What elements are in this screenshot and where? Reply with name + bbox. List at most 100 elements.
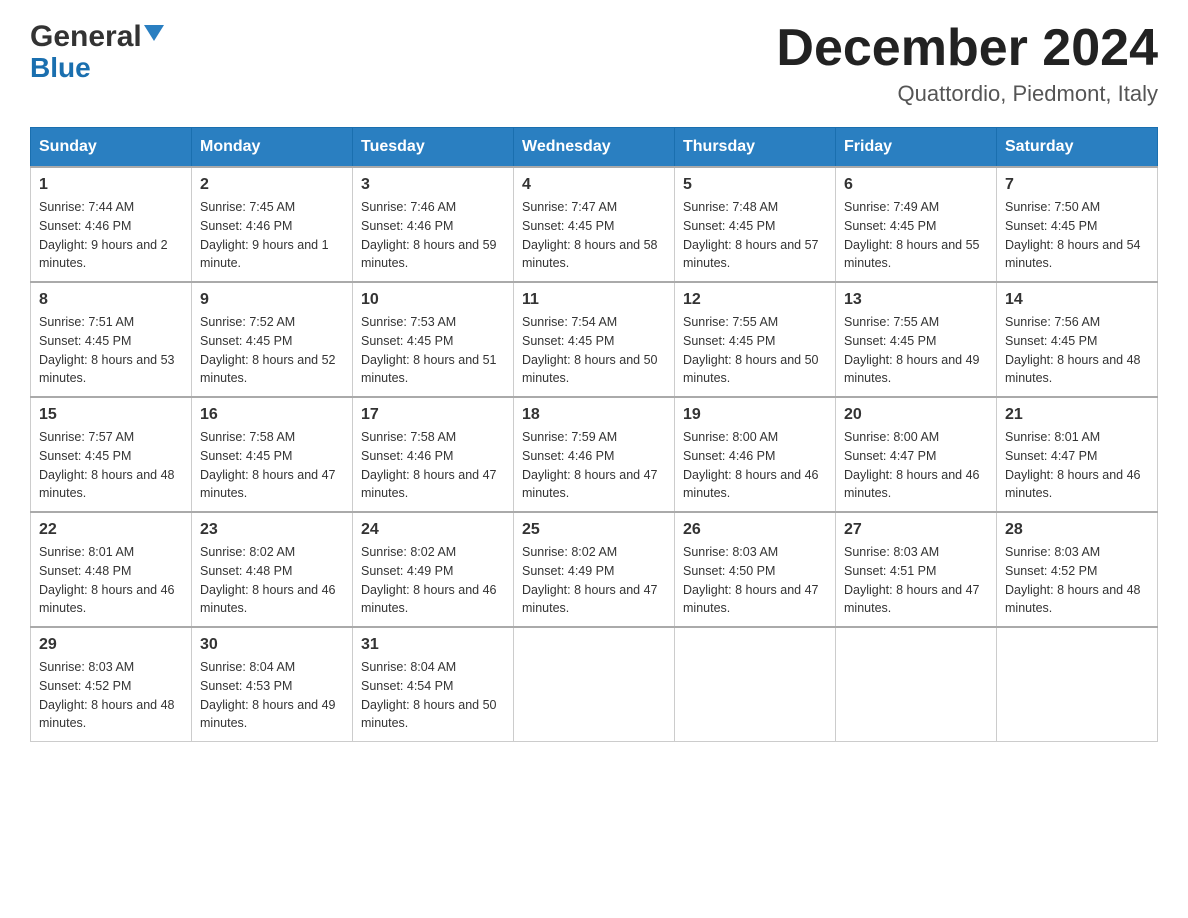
day-info: Sunrise: 7:50 AMSunset: 4:45 PMDaylight:… — [1005, 198, 1149, 273]
day-info: Sunrise: 8:03 AMSunset: 4:52 PMDaylight:… — [39, 658, 183, 733]
calendar-cell: 11Sunrise: 7:54 AMSunset: 4:45 PMDayligh… — [514, 282, 675, 397]
day-info: Sunrise: 8:01 AMSunset: 4:48 PMDaylight:… — [39, 543, 183, 618]
day-info: Sunrise: 7:52 AMSunset: 4:45 PMDaylight:… — [200, 313, 344, 388]
day-number: 18 — [522, 406, 666, 424]
day-info: Sunrise: 8:01 AMSunset: 4:47 PMDaylight:… — [1005, 428, 1149, 503]
calendar-week-row: 22Sunrise: 8:01 AMSunset: 4:48 PMDayligh… — [31, 512, 1158, 627]
day-number: 17 — [361, 406, 505, 424]
calendar-cell: 20 Sunrise: 8:00 AMSunset: 4:47 PMDayligh… — [836, 397, 997, 512]
day-number: 19 — [683, 406, 827, 424]
day-number: 2 — [200, 176, 344, 194]
calendar-header-saturday: Saturday — [997, 128, 1158, 168]
day-number: 9 — [200, 291, 344, 309]
day-info: Sunrise: 8:04 AMSunset: 4:53 PMDaylight:… — [200, 658, 344, 733]
day-info: Sunrise: 8:02 AMSunset: 4:49 PMDaylight:… — [361, 543, 505, 618]
title-section: December 2024 Quattordio, Piedmont, Ital… — [776, 20, 1158, 107]
day-number: 20 — [844, 406, 988, 424]
day-number: 24 — [361, 521, 505, 539]
day-number: 5 — [683, 176, 827, 194]
calendar-cell: 31Sunrise: 8:04 AMSunset: 4:54 PMDayligh… — [353, 627, 514, 742]
calendar-week-row: 1Sunrise: 7:44 AMSunset: 4:46 PMDaylight… — [31, 167, 1158, 282]
day-info: Sunrise: 7:55 AMSunset: 4:45 PMDaylight:… — [844, 313, 988, 388]
day-number: 14 — [1005, 291, 1149, 309]
day-number: 23 — [200, 521, 344, 539]
calendar-cell: 7 Sunrise: 7:50 AMSunset: 4:45 PMDaylight… — [997, 167, 1158, 282]
day-number: 25 — [522, 521, 666, 539]
calendar-cell: 1Sunrise: 7:44 AMSunset: 4:46 PMDaylight… — [31, 167, 192, 282]
calendar-cell — [997, 627, 1158, 742]
calendar-cell: 30 Sunrise: 8:04 AMSunset: 4:53 PMDayligh… — [192, 627, 353, 742]
calendar-cell: 14 Sunrise: 7:56 AMSunset: 4:45 PMDayligh… — [997, 282, 1158, 397]
day-number: 30 — [200, 636, 344, 654]
day-info: Sunrise: 7:58 AMSunset: 4:45 PMDaylight:… — [200, 428, 344, 503]
calendar-cell — [514, 627, 675, 742]
day-info: Sunrise: 8:00 AMSunset: 4:47 PMDaylight:… — [844, 428, 988, 503]
calendar-header-monday: Monday — [192, 128, 353, 168]
calendar-cell: 9 Sunrise: 7:52 AMSunset: 4:45 PMDaylight… — [192, 282, 353, 397]
day-number: 10 — [361, 291, 505, 309]
calendar-cell: 18 Sunrise: 7:59 AMSunset: 4:46 PMDayligh… — [514, 397, 675, 512]
calendar-cell: 29Sunrise: 8:03 AMSunset: 4:52 PMDayligh… — [31, 627, 192, 742]
logo-general-text: General — [30, 20, 142, 54]
day-info: Sunrise: 8:03 AMSunset: 4:51 PMDaylight:… — [844, 543, 988, 618]
day-info: Sunrise: 8:00 AMSunset: 4:46 PMDaylight:… — [683, 428, 827, 503]
day-info: Sunrise: 8:03 AMSunset: 4:52 PMDaylight:… — [1005, 543, 1149, 618]
day-number: 1 — [39, 176, 183, 194]
day-number: 28 — [1005, 521, 1149, 539]
day-number: 11 — [522, 291, 666, 309]
calendar-cell: 6 Sunrise: 7:49 AMSunset: 4:45 PMDaylight… — [836, 167, 997, 282]
calendar-cell: 27Sunrise: 8:03 AMSunset: 4:51 PMDayligh… — [836, 512, 997, 627]
calendar-cell: 2 Sunrise: 7:45 AMSunset: 4:46 PMDaylight… — [192, 167, 353, 282]
day-number: 16 — [200, 406, 344, 424]
day-info: Sunrise: 7:53 AMSunset: 4:45 PMDaylight:… — [361, 313, 505, 388]
calendar-cell: 25 Sunrise: 8:02 AMSunset: 4:49 PMDayligh… — [514, 512, 675, 627]
day-info: Sunrise: 8:03 AMSunset: 4:50 PMDaylight:… — [683, 543, 827, 618]
calendar-cell: 24 Sunrise: 8:02 AMSunset: 4:49 PMDayligh… — [353, 512, 514, 627]
day-info: Sunrise: 7:49 AMSunset: 4:45 PMDaylight:… — [844, 198, 988, 273]
calendar-cell — [836, 627, 997, 742]
calendar-cell: 23Sunrise: 8:02 AMSunset: 4:48 PMDayligh… — [192, 512, 353, 627]
calendar-cell: 17 Sunrise: 7:58 AMSunset: 4:46 PMDayligh… — [353, 397, 514, 512]
day-number: 26 — [683, 521, 827, 539]
calendar-header-wednesday: Wednesday — [514, 128, 675, 168]
day-info: Sunrise: 8:04 AMSunset: 4:54 PMDaylight:… — [361, 658, 505, 733]
day-info: Sunrise: 7:59 AMSunset: 4:46 PMDaylight:… — [522, 428, 666, 503]
day-info: Sunrise: 7:48 AMSunset: 4:45 PMDaylight:… — [683, 198, 827, 273]
logo-blue-text: Blue — [30, 52, 91, 84]
day-number: 3 — [361, 176, 505, 194]
day-info: Sunrise: 7:58 AMSunset: 4:46 PMDaylight:… — [361, 428, 505, 503]
calendar-cell — [675, 627, 836, 742]
location-title: Quattordio, Piedmont, Italy — [776, 81, 1158, 107]
calendar-cell: 12Sunrise: 7:55 AMSunset: 4:45 PMDayligh… — [675, 282, 836, 397]
day-number: 13 — [844, 291, 988, 309]
calendar-week-row: 8Sunrise: 7:51 AMSunset: 4:45 PMDaylight… — [31, 282, 1158, 397]
day-info: Sunrise: 7:46 AMSunset: 4:46 PMDaylight:… — [361, 198, 505, 273]
day-info: Sunrise: 7:51 AMSunset: 4:45 PMDaylight:… — [39, 313, 183, 388]
day-info: Sunrise: 7:45 AMSunset: 4:46 PMDaylight:… — [200, 198, 344, 273]
month-title: December 2024 — [776, 20, 1158, 77]
day-number: 7 — [1005, 176, 1149, 194]
calendar-header-sunday: Sunday — [31, 128, 192, 168]
calendar-cell: 3 Sunrise: 7:46 AMSunset: 4:46 PMDaylight… — [353, 167, 514, 282]
logo-arrow-icon — [144, 25, 164, 49]
calendar-cell: 19 Sunrise: 8:00 AMSunset: 4:46 PMDayligh… — [675, 397, 836, 512]
day-info: Sunrise: 7:47 AMSunset: 4:45 PMDaylight:… — [522, 198, 666, 273]
calendar-cell: 10 Sunrise: 7:53 AMSunset: 4:45 PMDayligh… — [353, 282, 514, 397]
day-number: 21 — [1005, 406, 1149, 424]
day-info: Sunrise: 7:55 AMSunset: 4:45 PMDaylight:… — [683, 313, 827, 388]
calendar-header-row: SundayMondayTuesdayWednesdayThursdayFrid… — [31, 128, 1158, 168]
calendar-cell: 13 Sunrise: 7:55 AMSunset: 4:45 PMDayligh… — [836, 282, 997, 397]
day-info: Sunrise: 7:56 AMSunset: 4:45 PMDaylight:… — [1005, 313, 1149, 388]
calendar-header-thursday: Thursday — [675, 128, 836, 168]
calendar-cell: 15Sunrise: 7:57 AMSunset: 4:45 PMDayligh… — [31, 397, 192, 512]
calendar-table: SundayMondayTuesdayWednesdayThursdayFrid… — [30, 127, 1158, 742]
day-info: Sunrise: 8:02 AMSunset: 4:49 PMDaylight:… — [522, 543, 666, 618]
calendar-header-tuesday: Tuesday — [353, 128, 514, 168]
calendar-cell: 28 Sunrise: 8:03 AMSunset: 4:52 PMDayligh… — [997, 512, 1158, 627]
calendar-week-row: 29Sunrise: 8:03 AMSunset: 4:52 PMDayligh… — [31, 627, 1158, 742]
day-number: 6 — [844, 176, 988, 194]
calendar-cell: 8Sunrise: 7:51 AMSunset: 4:45 PMDaylight… — [31, 282, 192, 397]
day-number: 15 — [39, 406, 183, 424]
calendar-cell: 26 Sunrise: 8:03 AMSunset: 4:50 PMDayligh… — [675, 512, 836, 627]
calendar-header-friday: Friday — [836, 128, 997, 168]
